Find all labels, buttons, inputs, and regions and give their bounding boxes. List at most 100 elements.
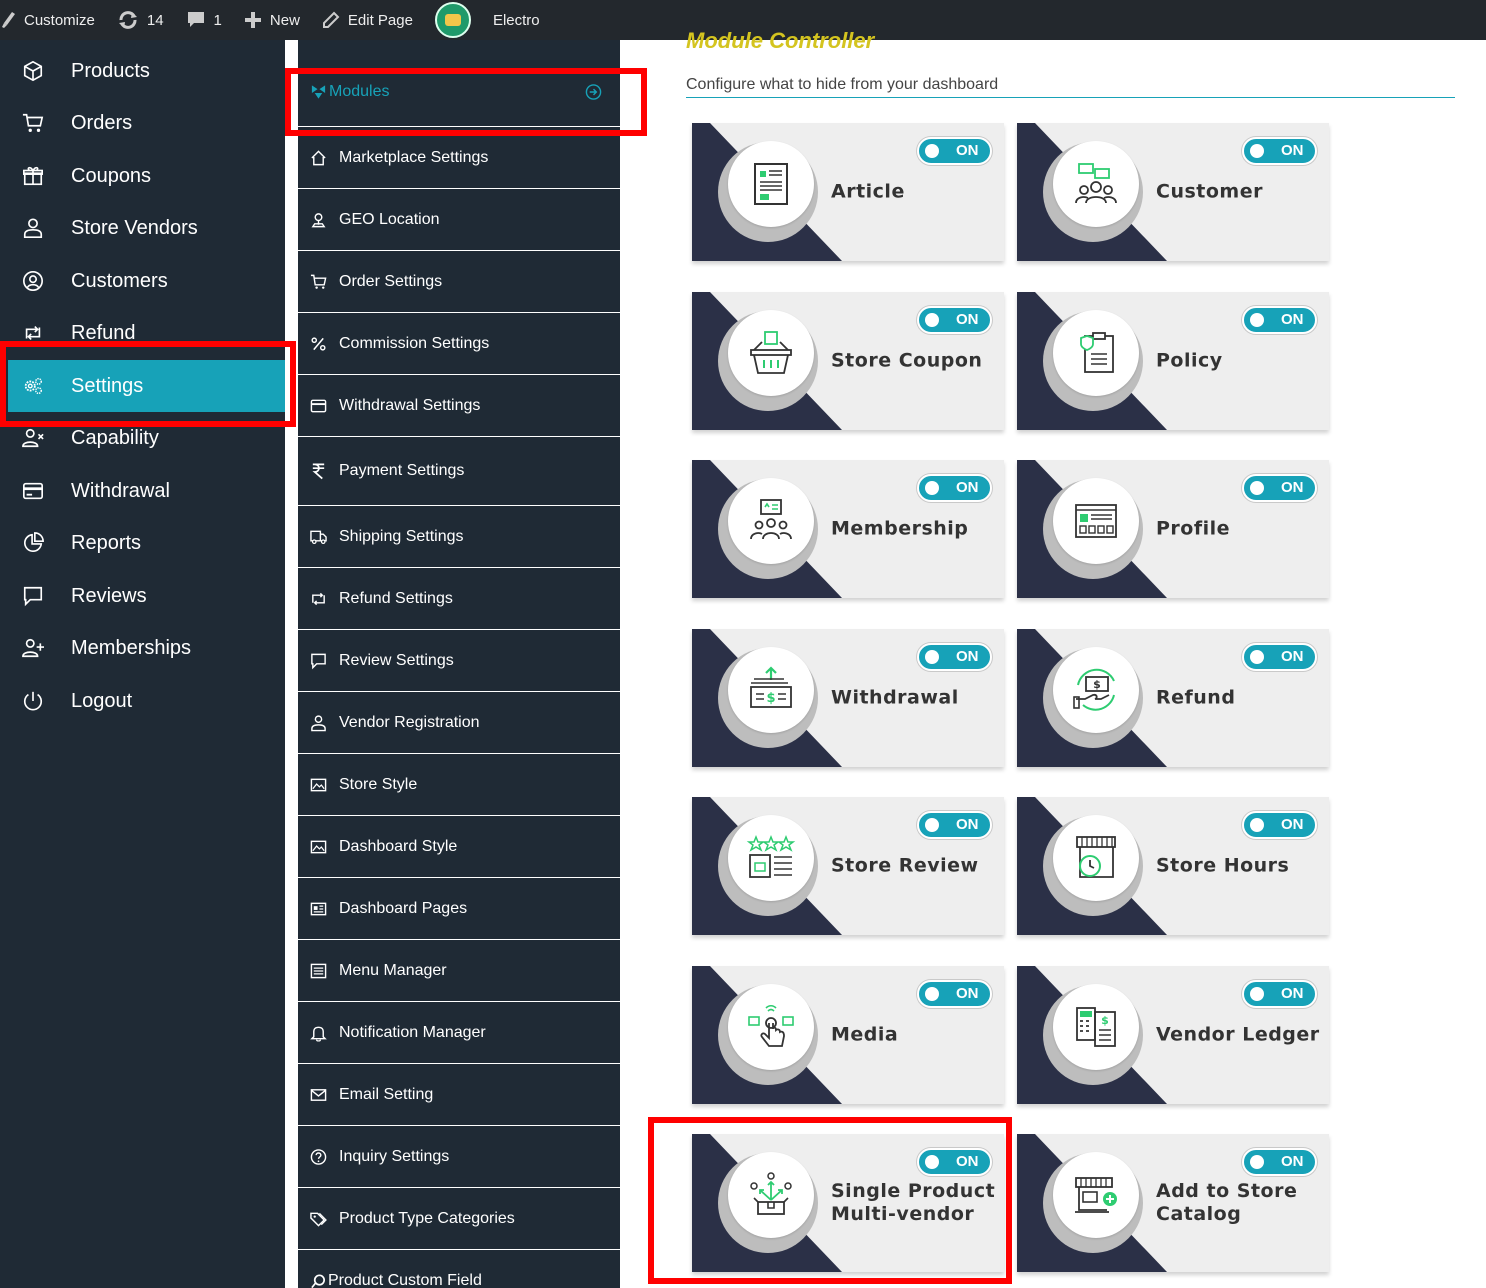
sidebar-item-withdrawal[interactable]: Withdrawal xyxy=(0,465,285,517)
map-marker-icon xyxy=(311,212,326,227)
sidebar-item-reviews[interactable]: Reviews xyxy=(0,570,285,622)
user-icon xyxy=(311,714,326,731)
settings-nav-label: Order Settings xyxy=(339,272,443,290)
module-toggle[interactable]: ON xyxy=(917,137,992,165)
site-avatar xyxy=(434,2,471,38)
cart-icon xyxy=(22,113,44,132)
module-card-store-review: Store Review ON xyxy=(692,797,1004,935)
module-toggle[interactable]: ON xyxy=(1242,306,1317,334)
sidebar-item-logout[interactable]: Logout xyxy=(0,675,285,727)
pie-chart-icon xyxy=(23,532,44,553)
ledger-icon: $ xyxy=(1076,1007,1116,1047)
settings-nav-email[interactable]: Email Setting xyxy=(298,1063,620,1125)
settings-nav-inquiry[interactable]: Inquiry Settings xyxy=(298,1125,620,1187)
toggle-state: ON xyxy=(1281,985,1304,1002)
settings-nav-label: Payment Settings xyxy=(339,462,465,479)
settings-nav-commission[interactable]: Commission Settings xyxy=(298,312,620,374)
cogs-icon xyxy=(24,377,42,395)
rupee-icon xyxy=(312,463,325,480)
new-content-link[interactable]: New xyxy=(244,0,300,40)
sidebar-item-settings[interactable]: Settings xyxy=(8,360,285,412)
sidebar-item-orders[interactable]: Orders xyxy=(0,97,285,149)
comments-link[interactable]: 1 xyxy=(186,0,222,40)
module-toggle[interactable]: ON xyxy=(917,1148,992,1176)
settings-nav-product-type-categories[interactable]: Product Type Categories xyxy=(298,1187,620,1249)
toggle-state: ON xyxy=(956,479,979,496)
settings-nav-menu-manager[interactable]: Menu Manager xyxy=(298,939,620,1001)
toggle-state: ON xyxy=(956,985,979,1002)
media-touch-icon xyxy=(748,1004,794,1047)
module-toggle[interactable]: ON xyxy=(917,811,992,839)
module-toggle[interactable]: ON xyxy=(917,474,992,502)
edit-page-link[interactable]: Edit Page xyxy=(322,0,413,40)
settings-nav-shipping[interactable]: Shipping Settings xyxy=(298,505,620,567)
settings-nav-label: Menu Manager xyxy=(339,961,447,979)
sidebar-item-capability[interactable]: Capability xyxy=(0,412,285,464)
settings-nav-withdrawal[interactable]: Withdrawal Settings xyxy=(298,374,620,436)
settings-nav-label: Vendor Registration xyxy=(339,713,480,731)
store-review-icon xyxy=(746,834,796,878)
edit-page-label: Edit Page xyxy=(347,11,413,29)
settings-nav-modules[interactable]: Modules xyxy=(298,61,620,123)
module-name-line2: Multi-vendor xyxy=(831,1203,975,1225)
settings-nav-vendor-registration[interactable]: Vendor Registration xyxy=(298,691,620,753)
settings-nav-dashboard-pages[interactable]: Dashboard Pages xyxy=(298,877,620,939)
pencil-icon xyxy=(322,11,340,28)
toggle-state: ON xyxy=(956,1153,979,1170)
policy-icon xyxy=(1080,332,1114,373)
settings-nav-label: Dashboard Style xyxy=(339,837,458,855)
settings-nav-product-custom-field[interactable]: Product Custom Field xyxy=(298,1249,620,1288)
module-toggle[interactable]: ON xyxy=(1242,137,1317,165)
settings-nav-label: Withdrawal Settings xyxy=(339,396,481,414)
settings-nav-geo-location[interactable]: GEO Location xyxy=(298,188,620,250)
newspaper-icon xyxy=(310,902,327,915)
module-toggle[interactable]: ON xyxy=(917,643,992,671)
settings-nav-store-style[interactable]: Store Style xyxy=(298,753,620,815)
settings-nav-order[interactable]: Order Settings xyxy=(298,250,620,312)
membership-icon xyxy=(750,499,792,540)
percent-icon xyxy=(311,336,326,351)
svg-text:$: $ xyxy=(1101,1014,1109,1027)
settings-nav-notification-manager[interactable]: Notification Manager xyxy=(298,1001,620,1063)
arrow-circle-right-icon xyxy=(585,84,602,100)
sidebar-item-label: Coupons xyxy=(71,164,152,187)
toggle-state: ON xyxy=(1281,1153,1304,1170)
module-toggle[interactable]: ON xyxy=(917,980,992,1008)
sidebar-item-customers[interactable]: Customers xyxy=(0,255,285,307)
module-card-policy: Policy ON xyxy=(1017,292,1329,430)
module-card-vendor-ledger: $ Vendor Ledger ON xyxy=(1017,966,1329,1104)
sidebar-item-products[interactable]: Products xyxy=(0,45,285,97)
sidebar-item-coupons[interactable]: Coupons xyxy=(0,150,285,202)
module-name-line2: Catalog xyxy=(1156,1203,1242,1225)
module-toggle[interactable]: ON xyxy=(1242,643,1317,671)
settings-nav-payment[interactable]: Payment Settings xyxy=(298,436,620,505)
site-link[interactable]: Electro xyxy=(434,0,540,40)
settings-nav-label: Dashboard Pages xyxy=(339,899,468,917)
sidebar-item-reports[interactable]: Reports xyxy=(0,517,285,569)
updates-link[interactable]: 14 xyxy=(117,0,164,40)
module-name: Profile xyxy=(1156,517,1231,540)
sidebar-item-label: Capability xyxy=(71,426,159,449)
module-card-profile: Profile ON xyxy=(1017,460,1329,598)
sidebar-item-memberships[interactable]: Memberships xyxy=(0,622,285,674)
settings-nav-label: Refund Settings xyxy=(339,589,453,607)
tags-icon xyxy=(310,1212,327,1227)
settings-nav-refund[interactable]: Refund Settings xyxy=(298,567,620,629)
settings-nav-marketplace[interactable]: Marketplace Settings xyxy=(298,126,620,188)
module-toggle[interactable]: ON xyxy=(1242,474,1317,502)
page-subtitle: Configure what to hide from your dashboa… xyxy=(686,76,999,93)
sidebar-item-refund[interactable]: Refund xyxy=(0,307,285,359)
settings-nav-review[interactable]: Review Settings xyxy=(298,629,620,691)
module-toggle[interactable]: ON xyxy=(917,306,992,334)
customize-link[interactable]: Customize xyxy=(2,0,95,40)
sidebar-item-label: Settings xyxy=(71,374,144,397)
settings-nav-label: GEO Location xyxy=(339,210,440,228)
gift-icon xyxy=(23,166,43,186)
module-toggle[interactable]: ON xyxy=(1242,811,1317,839)
withdrawal-icon: $ xyxy=(750,666,792,708)
module-toggle[interactable]: ON xyxy=(1242,980,1317,1008)
customer-icon xyxy=(1075,163,1117,204)
sidebar-item-store-vendors[interactable]: Store Vendors xyxy=(0,202,285,254)
module-toggle[interactable]: ON xyxy=(1242,1148,1317,1176)
settings-nav-dashboard-style[interactable]: Dashboard Style xyxy=(298,815,620,877)
